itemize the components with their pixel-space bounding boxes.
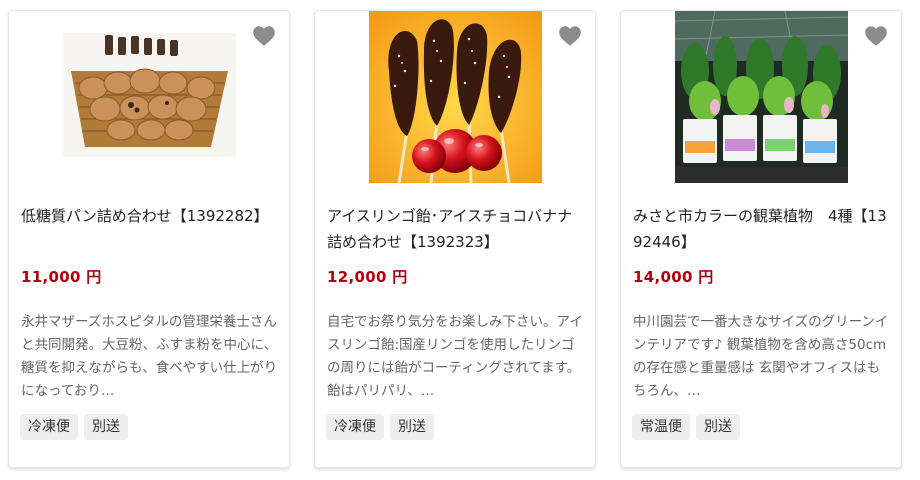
favorite-button[interactable] <box>861 21 891 51</box>
tag-separate: 別送 <box>390 414 434 440</box>
heart-icon <box>253 26 275 46</box>
product-title[interactable]: みさと市カラーの観葉植物 4種【1392446】 <box>633 203 889 255</box>
shipping-tags: 冷凍便 別送 <box>20 414 128 440</box>
tag-separate: 別送 <box>696 414 740 440</box>
product-description: 中川園芸で一番大きなサイズのグリーンインテリアです♪ 観葉植物を含め高さ50cm… <box>633 314 889 399</box>
product-image[interactable] <box>369 11 542 183</box>
tag-frozen: 冷凍便 <box>326 414 384 440</box>
product-card[interactable]: みさと市カラーの観葉植物 4種【1392446】 14,000 円 中川園芸で一… <box>620 10 902 468</box>
product-card[interactable]: アイスリンゴ飴･アイスチョコバナナ詰め合わせ【1392323】 12,000 円… <box>314 10 596 468</box>
favorite-button[interactable] <box>249 21 279 51</box>
product-description: 永井マザーズホスピタルの管理栄養士さんと共同開発。大豆粉、ふすま粉を中心に、糖質… <box>21 314 278 399</box>
candy-apple-banana-image <box>369 11 542 183</box>
product-price: 14,000 円 <box>633 268 714 286</box>
product-image[interactable] <box>63 33 236 157</box>
product-image-area[interactable] <box>315 11 595 183</box>
tag-separate: 別送 <box>84 414 128 440</box>
product-price: 12,000 円 <box>327 268 408 286</box>
favorite-button[interactable] <box>555 21 585 51</box>
product-price: 11,000 円 <box>21 268 102 286</box>
heart-icon <box>559 26 581 46</box>
product-description: 自宅でお祭り気分をお楽しみ下さい。アイスリンゴ飴:国産リンゴを使用したリンゴの周… <box>327 314 583 399</box>
product-grid: 低糖質パン詰め合わせ【1392282】 11,000 円 永井マザーズホスピタル… <box>0 0 920 480</box>
heart-icon <box>865 26 887 46</box>
product-image[interactable] <box>675 11 848 183</box>
product-image-area[interactable] <box>9 11 289 183</box>
product-image-area[interactable] <box>621 11 901 183</box>
product-title[interactable]: 低糖質パン詰め合わせ【1392282】 <box>21 203 277 229</box>
tag-frozen: 冷凍便 <box>20 414 78 440</box>
foliage-plants-image <box>675 11 848 183</box>
shipping-tags: 常温便 別送 <box>632 414 740 440</box>
product-card[interactable]: 低糖質パン詰め合わせ【1392282】 11,000 円 永井マザーズホスピタル… <box>8 10 290 468</box>
tag-room-temperature: 常温便 <box>632 414 690 440</box>
product-title[interactable]: アイスリンゴ飴･アイスチョコバナナ詰め合わせ【1392323】 <box>327 203 583 255</box>
shipping-tags: 冷凍便 別送 <box>326 414 434 440</box>
bread-basket-image <box>63 33 236 157</box>
